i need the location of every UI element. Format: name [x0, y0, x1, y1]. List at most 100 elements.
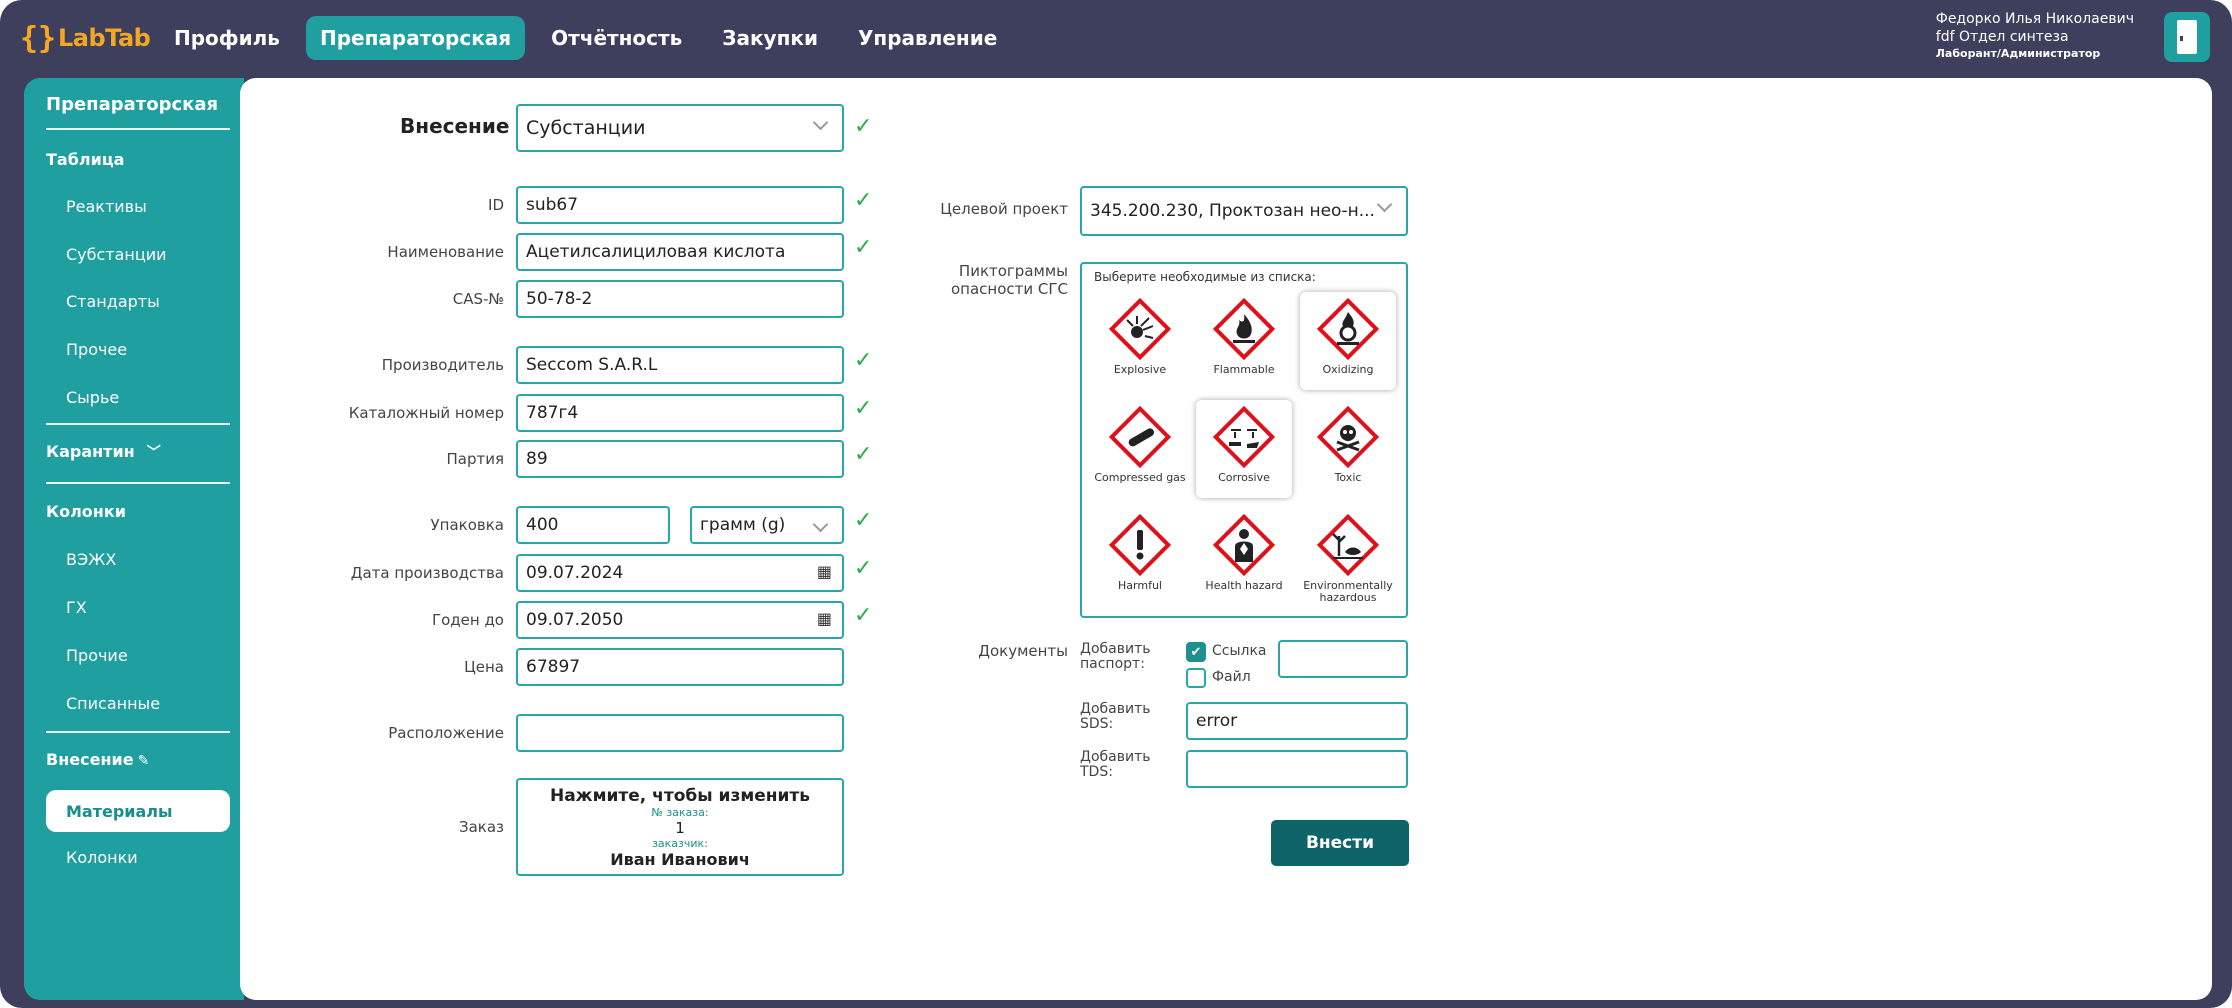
sidebar-entry-head[interactable]: Внесение ✎ — [46, 750, 149, 769]
hazard-hint: Выберите необходимые из списка: — [1094, 270, 1316, 284]
sidebar-item-other[interactable]: Прочее — [66, 340, 127, 359]
hazard-name: Flammable — [1213, 363, 1275, 376]
corrosion-icon — [1212, 405, 1276, 469]
sidebar-item-written-off[interactable]: Списанные — [66, 694, 160, 713]
label-id: ID — [488, 196, 504, 214]
label-documents: Документы — [978, 642, 1068, 660]
sidebar-quarantine-label: Карантин — [46, 442, 135, 461]
nav-reports[interactable]: Отчётность — [537, 16, 696, 60]
submit-button[interactable]: Внести — [1271, 820, 1409, 866]
sidebar-title[interactable]: Препараторская — [46, 94, 218, 115]
top-nav: Профиль Препараторская Отчётность Закупк… — [160, 16, 1011, 60]
sidebar-columns-head[interactable]: Колонки — [46, 502, 126, 521]
hazard-corrosive[interactable]: Corrosive — [1196, 400, 1292, 498]
label-catalog: Каталожный номер — [348, 404, 504, 422]
hazard-toxic[interactable]: Toxic — [1300, 400, 1396, 498]
flame-icon — [1212, 297, 1276, 361]
skull-icon — [1316, 405, 1380, 469]
sidebar-item-materials[interactable]: Материалы — [46, 790, 230, 832]
hazard-name: Explosive — [1113, 363, 1167, 376]
sidebar-item-hplc[interactable]: ВЭЖХ — [66, 550, 116, 569]
nav-profile[interactable]: Профиль — [160, 16, 294, 60]
hazard-compressed-gas[interactable]: Compressed gas — [1092, 400, 1188, 498]
checkmark-icon: ✔ — [1190, 644, 1202, 660]
valid-check-icon: ✓ — [854, 114, 873, 139]
sidebar-item-gc[interactable]: ГХ — [66, 598, 87, 617]
label-batch: Партия — [446, 450, 504, 468]
hazard-environment[interactable]: Environmentally hazardous — [1300, 508, 1396, 606]
price-input[interactable]: 67897 — [516, 648, 844, 686]
catalog-input[interactable]: 787г4 — [516, 394, 844, 432]
hazard-pictogram-picker: Выберите необходимые из списка: Explosiv… — [1080, 262, 1408, 618]
label-order: Заказ — [458, 818, 504, 836]
link-checkbox[interactable]: ✔ — [1186, 642, 1206, 662]
label-price: Цена — [464, 658, 504, 676]
package-unit-select[interactable]: грамм (g) — [690, 506, 844, 544]
sidebar-item-standards[interactable]: Стандарты — [66, 292, 160, 311]
sidebar-quarantine[interactable]: Карантин ﹀ — [46, 442, 161, 462]
valid-check-icon: ✓ — [854, 508, 873, 533]
hazard-name: Oxidizing — [1322, 363, 1374, 376]
hazard-name: Environmentally hazardous — [1303, 579, 1393, 604]
nav-preparatory[interactable]: Препараторская — [305, 16, 526, 60]
manufacturer-input[interactable]: Seccom S.A.R.L — [516, 346, 844, 384]
app-logo[interactable]: {} LabTab — [19, 18, 151, 58]
location-input[interactable] — [516, 714, 844, 752]
project-select[interactable]: 345.200.230, Проктозан нео-н... — [1080, 186, 1408, 236]
logo-braces-icon: {} — [19, 20, 57, 56]
label-prod-date: Дата производства — [350, 564, 504, 582]
sds-input[interactable]: error — [1186, 702, 1408, 740]
sidebar-divider — [46, 423, 230, 425]
valid-check-icon: ✓ — [854, 348, 873, 373]
passport-link-input[interactable] — [1278, 640, 1408, 678]
sidebar-entry-label: Внесение — [46, 750, 134, 769]
edit-icon: ✎ — [137, 753, 150, 769]
sidebar-table-head[interactable]: Таблица — [46, 150, 124, 169]
sidebar-item-reagents[interactable]: Реактивы — [66, 197, 147, 216]
hazard-flammable[interactable]: Flammable — [1196, 292, 1292, 390]
chevron-down-icon: ﹀ — [146, 445, 161, 461]
label-location: Расположение — [388, 724, 504, 742]
label-hazard: Пиктограммы опасности СГС — [950, 262, 1068, 298]
user-role: Лаборант/Администратор — [1935, 47, 2101, 60]
hazard-harmful[interactable]: Harmful — [1092, 508, 1188, 606]
valid-check-icon: ✓ — [854, 442, 873, 467]
nav-purchases[interactable]: Закупки — [708, 16, 832, 60]
sidebar-divider — [46, 128, 230, 130]
valid-check-icon: ✓ — [854, 188, 873, 213]
sidebar-divider — [46, 731, 230, 733]
label-sds: Добавить SDS: — [1080, 701, 1151, 732]
entry-type-select[interactable]: Субстанции — [516, 104, 844, 152]
hazard-name: Toxic — [1334, 471, 1362, 484]
hazard-health[interactable]: Health hazard — [1196, 508, 1292, 606]
nav-management[interactable]: Управление — [844, 16, 1011, 60]
sidebar-item-entry-columns[interactable]: Колонки — [66, 848, 138, 867]
valid-check-icon: ✓ — [854, 603, 873, 628]
sidebar-item-substances[interactable]: Субстанции — [66, 245, 167, 264]
sidebar-item-raw[interactable]: Сырье — [66, 388, 119, 407]
cas-input[interactable]: 50-78-2 — [516, 280, 844, 318]
batch-input[interactable]: 89 — [516, 440, 844, 478]
main-panel: Внесение Субстанции ✓ ID sub67 ✓ Наимено… — [240, 78, 2212, 1000]
entry-label: Внесение — [400, 114, 510, 138]
gas-cylinder-icon — [1108, 405, 1172, 469]
explosive-icon — [1108, 297, 1172, 361]
label-tds: Добавить TDS: — [1080, 749, 1151, 780]
sidebar-item-other-columns[interactable]: Прочие — [66, 646, 128, 665]
prod-date-input[interactable]: 09.07.2024 — [516, 554, 844, 592]
label-project: Целевой проект — [940, 200, 1068, 218]
hazard-explosive[interactable]: Explosive — [1092, 292, 1188, 390]
expiry-date-input[interactable]: 09.07.2050 — [516, 601, 844, 639]
name-input[interactable]: Ацетилсалициловая кислота — [516, 233, 844, 271]
logout-button[interactable] — [2164, 12, 2210, 62]
file-checkbox[interactable] — [1186, 668, 1206, 688]
tds-input[interactable] — [1186, 750, 1408, 788]
order-selector[interactable]: Нажмите, чтобы изменить № заказа: 1 зака… — [516, 778, 844, 876]
hazard-name: Corrosive — [1218, 471, 1270, 484]
package-amount-input[interactable]: 400 — [516, 506, 670, 544]
hazard-oxidizing[interactable]: Oxidizing — [1300, 292, 1396, 390]
id-input[interactable]: sub67 — [516, 186, 844, 224]
sidebar: Препараторская Таблица Реактивы Субстанц… — [24, 78, 244, 1000]
hazard-name: Health hazard — [1205, 579, 1283, 592]
label-passport: Добавить паспорт: — [1080, 641, 1151, 672]
